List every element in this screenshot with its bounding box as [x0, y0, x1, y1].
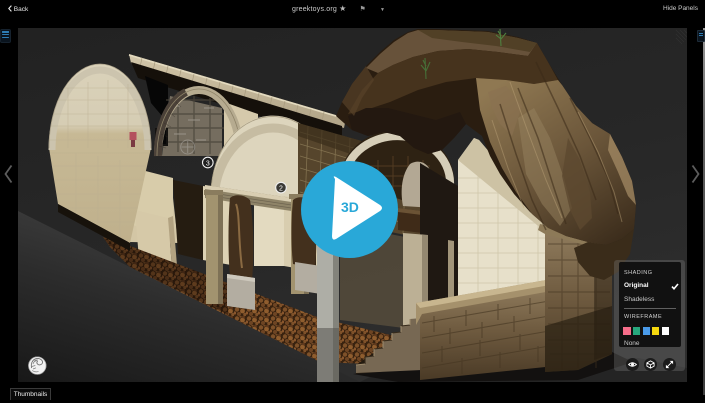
- svg-text:3D: 3D: [341, 199, 359, 215]
- svg-text:3: 3: [206, 160, 210, 167]
- svg-text:2: 2: [279, 185, 283, 192]
